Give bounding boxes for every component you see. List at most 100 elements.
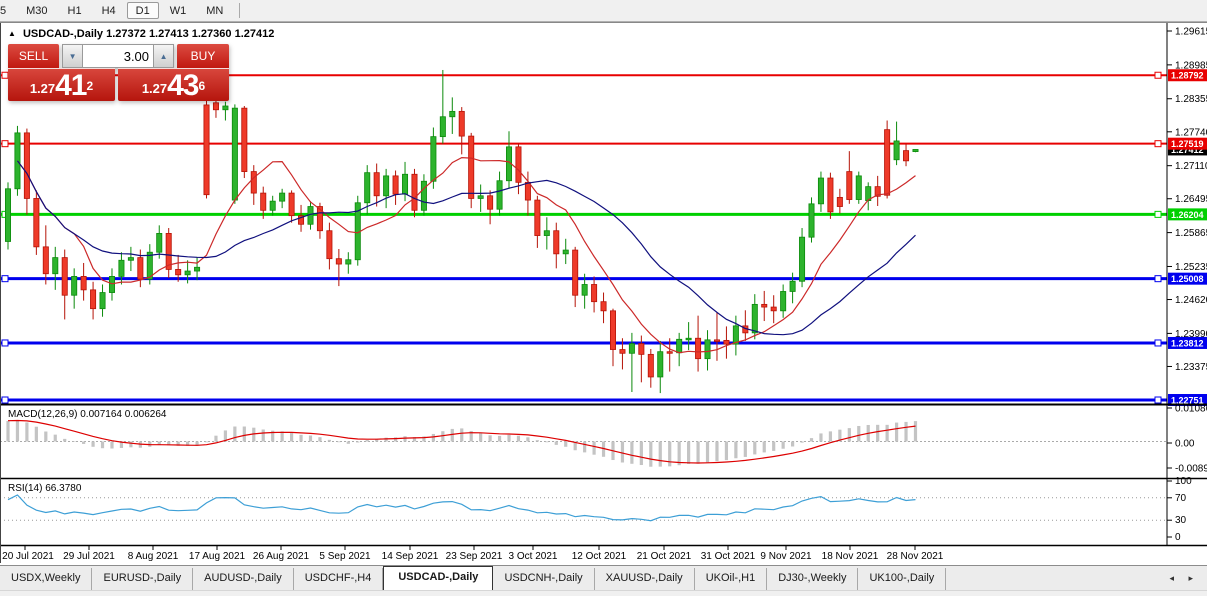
macd-histogram-bar	[630, 442, 633, 464]
candle-body	[629, 344, 634, 354]
price-axis-label: 1.29615	[1175, 27, 1207, 38]
macd-histogram-bar	[782, 442, 785, 449]
macd-histogram-bar	[233, 427, 236, 442]
chart-tab-uk100-daily[interactable]: UK100-,Daily	[858, 568, 946, 591]
buy-price-pips: 43	[167, 73, 198, 99]
chart-tab-xauusd-daily[interactable]: XAUUSD-,Daily	[595, 568, 695, 591]
macd-histogram-bar	[564, 442, 567, 447]
date-axis-label: 20 Jul 2021	[2, 551, 54, 562]
timeframe-button-h4[interactable]: H4	[93, 2, 125, 19]
timeframe-button-5[interactable]: 5	[0, 2, 15, 19]
sell-price-box[interactable]: 1.27 41 2	[8, 68, 115, 101]
price-axis-label: 1.24620	[1175, 295, 1207, 306]
date-axis-label: 3 Oct 2021	[509, 551, 558, 562]
price-axis-label: 1.27110	[1175, 161, 1207, 172]
macd-histogram-bar	[432, 434, 435, 442]
macd-histogram-bar	[214, 436, 217, 442]
level-line-handle[interactable]	[1155, 72, 1161, 78]
timeframe-button-h1[interactable]: H1	[59, 2, 91, 19]
rsi-axis-label: 30	[1175, 515, 1187, 526]
volume-increase-icon[interactable]: ▲	[154, 45, 173, 67]
level-line-handle[interactable]	[1155, 211, 1161, 217]
macd-histogram-bar	[356, 442, 359, 443]
macd-histogram-bar	[555, 442, 558, 445]
level-line-handle[interactable]	[1155, 276, 1161, 282]
date-axis-label: 29 Jul 2021	[63, 551, 115, 562]
macd-histogram-bar	[640, 442, 643, 466]
volume-input[interactable]	[82, 45, 154, 67]
candle-body	[232, 108, 237, 200]
candle-body	[762, 304, 767, 307]
candle-body	[242, 108, 247, 171]
candle-body	[781, 291, 786, 310]
macd-histogram-bar	[460, 428, 463, 441]
chart-window: 1.296151.289851.283551.277401.271101.264…	[0, 22, 1207, 565]
level-line-handle[interactable]	[1155, 397, 1161, 403]
candle-body	[885, 130, 890, 196]
price-axis-label: 1.27740	[1175, 127, 1207, 138]
buy-button[interactable]: BUY	[177, 44, 229, 68]
candle-body	[100, 293, 105, 309]
toolbar-separator	[239, 3, 240, 18]
candle-body	[204, 105, 209, 195]
candle-body	[809, 204, 814, 237]
date-axis-label: 21 Oct 2021	[637, 551, 692, 562]
one-click-trade-widget: SELL ▼ ▲ BUY 1.27 41 2 1.27 43 6	[8, 44, 229, 101]
candle-body	[771, 307, 776, 311]
macd-histogram-bar	[744, 442, 747, 457]
chart-tab-ukoil-h1[interactable]: UKOil-,H1	[695, 568, 768, 591]
chart-tab-eurusd-daily[interactable]: EURUSD-,Daily	[92, 568, 193, 591]
candle-body	[280, 193, 285, 201]
chart-tab-usdx-weekly[interactable]: USDX,Weekly	[0, 568, 92, 591]
timeframe-button-d1[interactable]: D1	[127, 2, 159, 19]
buy-price-point: 6	[199, 69, 206, 103]
level-line-handle[interactable]	[2, 340, 8, 346]
candle-body	[213, 103, 218, 110]
chart-tab-usdchf-h4[interactable]: USDCHF-,H4	[294, 568, 384, 591]
chart-ohlc-values: 1.27372 1.27413 1.27360 1.27412	[106, 28, 274, 40]
candle-body	[157, 233, 162, 252]
volume-decrease-icon[interactable]: ▼	[63, 45, 82, 67]
date-axis-label: 17 Aug 2021	[189, 551, 246, 562]
chart-canvas: 1.296151.289851.283551.277401.271101.264…	[0, 22, 1207, 565]
candle-body	[488, 196, 493, 209]
buy-price-box[interactable]: 1.27 43 6	[118, 68, 229, 101]
timeframe-button-w1[interactable]: W1	[161, 2, 196, 19]
tab-scroll-arrows-icon[interactable]: ◂ ▸	[1169, 573, 1199, 584]
macd-histogram-bar	[659, 442, 662, 467]
collapse-panel-icon[interactable]: ▲	[8, 29, 16, 38]
buy-price-main: 1.27	[142, 79, 167, 99]
date-axis-label: 14 Sep 2021	[382, 551, 439, 562]
level-line-handle[interactable]	[1155, 340, 1161, 346]
macd-histogram-bar	[309, 435, 312, 441]
candle-body	[81, 276, 86, 289]
candle-body	[5, 189, 10, 242]
chart-tab-dj30-weekly[interactable]: DJ30-,Weekly	[767, 568, 858, 591]
candle-body	[752, 304, 757, 332]
trading-terminal: 5M30H1H4D1W1MN 1.296151.289851.283551.27…	[0, 0, 1207, 596]
chart-tab-usdcnh-daily[interactable]: USDCNH-,Daily	[493, 568, 594, 591]
macd-histogram-bar	[536, 440, 539, 441]
candle-body	[346, 260, 351, 264]
date-axis-label: 23 Sep 2021	[446, 551, 503, 562]
candle-body	[194, 267, 199, 271]
sell-price-main: 1.27	[30, 79, 55, 99]
timeframe-button-mn[interactable]: MN	[197, 2, 232, 19]
sell-button[interactable]: SELL	[8, 44, 59, 68]
level-line-handle[interactable]	[2, 141, 8, 147]
status-strip	[0, 590, 1207, 596]
timeframe-button-m30[interactable]: M30	[17, 2, 56, 19]
candle-body	[459, 111, 464, 136]
level-line-handle[interactable]	[1155, 141, 1161, 147]
macd-histogram-bar	[63, 439, 66, 442]
level-line-handle[interactable]	[2, 276, 8, 282]
price-axis-label: 1.25865	[1175, 228, 1207, 239]
chart-tab-audusd-daily[interactable]: AUDUSD-,Daily	[193, 568, 294, 591]
chart-tab-usdcad-daily[interactable]: USDCAD-,Daily	[383, 566, 493, 591]
level-line-handle[interactable]	[2, 397, 8, 403]
candle-body	[544, 231, 549, 236]
chart-title: ▲ USDCAD-,Daily 1.27372 1.27413 1.27360 …	[8, 28, 274, 40]
candle-body	[421, 181, 426, 210]
macd-histogram-bar	[110, 442, 113, 449]
macd-histogram-bar	[649, 442, 652, 467]
